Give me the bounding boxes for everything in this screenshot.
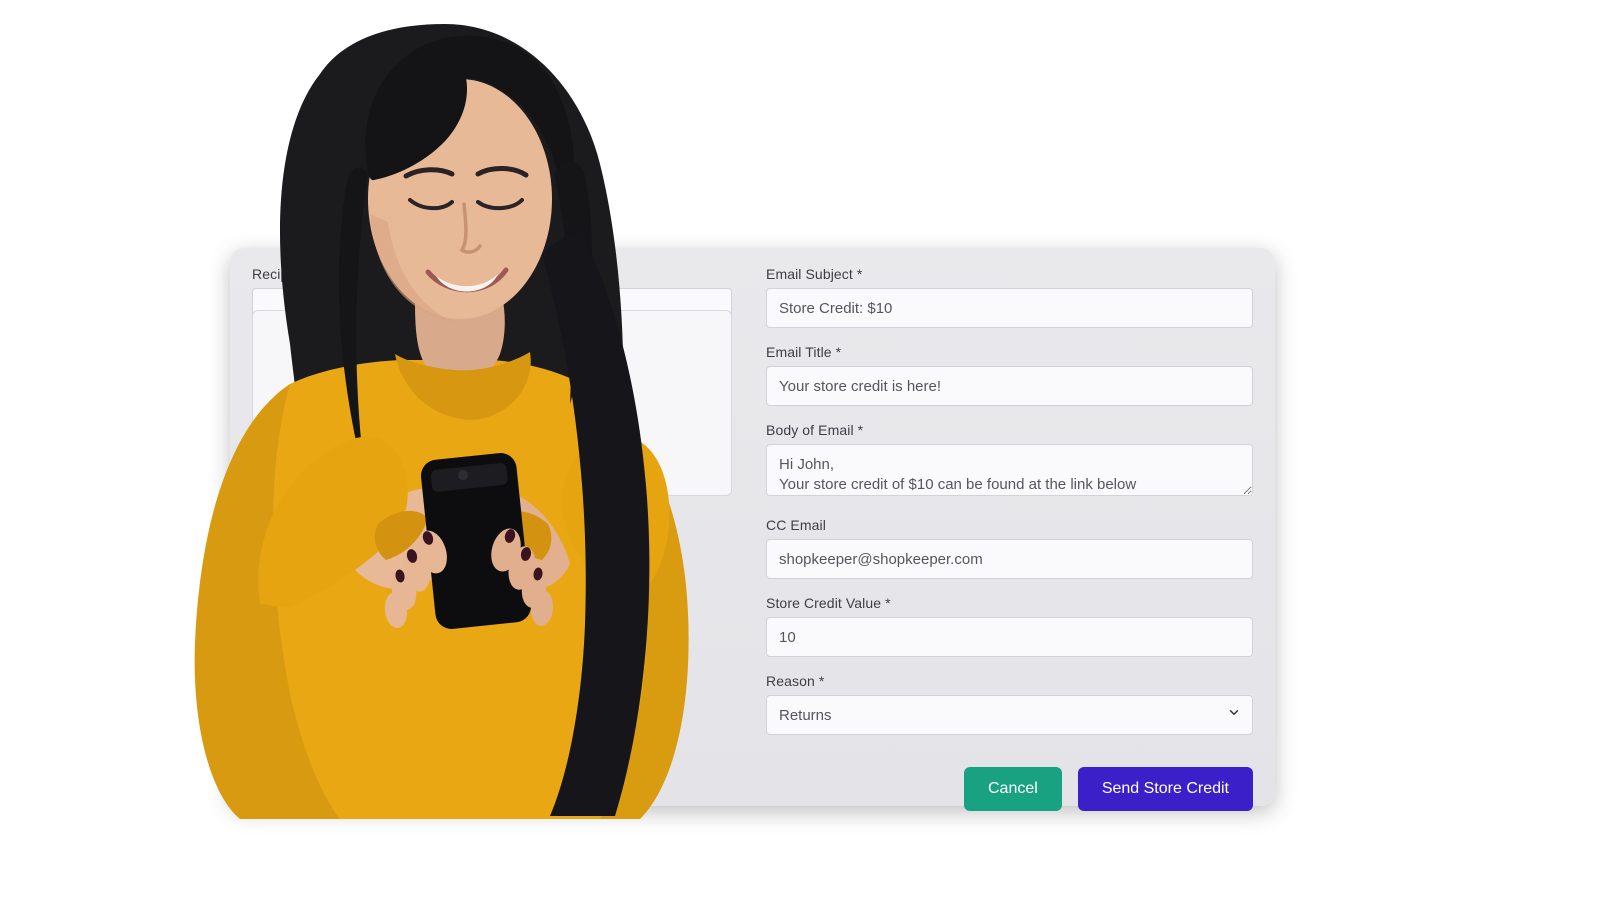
send-store-credit-button[interactable]: Send Store Credit — [1078, 767, 1253, 811]
reason-select[interactable] — [766, 695, 1253, 735]
left-panel-box — [252, 310, 732, 496]
email-body-textarea[interactable] — [766, 444, 1253, 496]
reason-label: Reason * — [766, 673, 1253, 689]
email-title-input[interactable] — [766, 366, 1253, 406]
cc-email-input[interactable] — [766, 539, 1253, 579]
store-credit-value-input[interactable] — [766, 617, 1253, 657]
email-subject-input[interactable] — [766, 288, 1253, 328]
cancel-button[interactable]: Cancel — [964, 767, 1062, 811]
store-credit-form-card: Recipient Name Email Subject * Email Tit… — [230, 248, 1275, 806]
store-credit-value-label: Store Credit Value * — [766, 595, 1253, 611]
form-actions: Cancel Send Store Credit — [766, 751, 1253, 811]
cc-email-label: CC Email — [766, 517, 1253, 533]
recipient-name-label: Recipient Name — [252, 266, 732, 282]
email-subject-label: Email Subject * — [766, 266, 1253, 282]
email-title-label: Email Title * — [766, 344, 1253, 360]
form-right-column: Email Subject * Email Title * Body of Em… — [766, 266, 1253, 788]
email-body-label: Body of Email * — [766, 422, 1253, 438]
form-left-column: Recipient Name — [252, 266, 732, 788]
